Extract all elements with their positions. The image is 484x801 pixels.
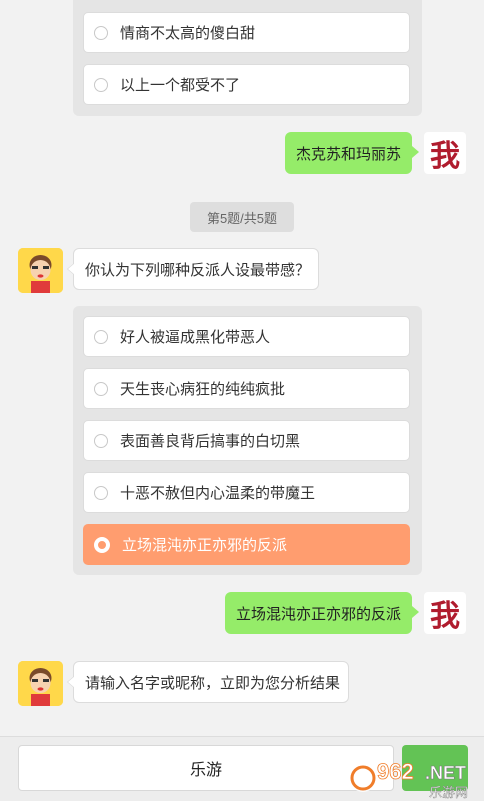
user-avatar: 我 xyxy=(424,132,466,174)
radio-icon xyxy=(94,25,108,40)
prompt-text: 请输入名字或昵称，立即为您分析结果 xyxy=(85,674,341,692)
watermark-logo: 962 .NET 乐游网 xyxy=(349,759,468,800)
previous-option-1[interactable]: 情商不太高的傻白甜 xyxy=(83,12,410,53)
cartoon-face-icon xyxy=(18,661,63,706)
radio-icon xyxy=(94,485,108,500)
name-input-value: 乐游 xyxy=(189,762,222,779)
watermark-suffix: .NET xyxy=(425,763,466,783)
answer-text: 立场混沌亦正亦邪的反派 xyxy=(235,605,401,623)
progress-text: 第5题/共5题 xyxy=(206,210,278,226)
user-avatar: 我 xyxy=(424,592,466,634)
name-input[interactable]: 乐游 xyxy=(18,745,394,791)
previous-option-2[interactable]: 以上一个都受不了 xyxy=(83,64,410,105)
option-label: 天生丧心病狂的纯纯疯批 xyxy=(120,381,286,398)
radio-icon xyxy=(94,77,108,92)
watermark-main: 962 xyxy=(377,759,414,784)
user-answer-bubble: 立场混沌亦正亦邪的反派 xyxy=(225,592,419,634)
option-label: 情商不太高的傻白甜 xyxy=(120,25,256,42)
question-bubble: 你认为下列哪种反派人设最带感？ xyxy=(67,248,319,290)
radio-selected-icon xyxy=(94,536,110,553)
option-label: 十恶不赦但内心温柔的带魔王 xyxy=(120,485,316,502)
radio-icon xyxy=(94,381,108,396)
option-1[interactable]: 好人被逼成黑化带恶人 xyxy=(83,316,410,357)
user-answer-bubble: 杰克苏和玛丽苏 xyxy=(285,132,419,174)
user-avatar-glyph: 我 xyxy=(430,139,460,174)
cartoon-face-icon xyxy=(18,248,63,293)
option-label: 立场混沌亦正亦邪的反派 xyxy=(122,537,288,554)
option-5-selected[interactable]: 立场混沌亦正亦邪的反派 xyxy=(83,524,410,565)
user-avatar-glyph: 我 xyxy=(430,599,460,634)
option-2[interactable]: 天生丧心病狂的纯纯疯批 xyxy=(83,368,410,409)
option-4[interactable]: 十恶不赦但内心温柔的带魔王 xyxy=(83,472,410,513)
option-label: 好人被逼成黑化带恶人 xyxy=(120,329,271,346)
option-label: 表面善良背后搞事的白切黑 xyxy=(120,433,301,450)
prompt-bubble: 请输入名字或昵称，立即为您分析结果 xyxy=(67,661,349,703)
question-text: 你认为下列哪种反派人设最带感？ xyxy=(85,261,311,279)
radio-icon xyxy=(94,329,108,344)
option-3[interactable]: 表面善良背后搞事的白切黑 xyxy=(83,420,410,461)
previous-options-panel: 情商不太高的傻白甜 以上一个都受不了 xyxy=(73,0,422,116)
radio-icon xyxy=(94,433,108,448)
bot-avatar xyxy=(18,248,63,293)
options-panel: 好人被逼成黑化带恶人 天生丧心病狂的纯纯疯批 表面善良背后搞事的白切黑 十恶不赦… xyxy=(73,306,422,575)
bot-avatar xyxy=(18,661,63,706)
question-progress-badge: 第5题/共5题 xyxy=(190,202,294,232)
option-label: 以上一个都受不了 xyxy=(120,77,241,94)
watermark-sub: 乐游网 xyxy=(429,786,468,800)
answer-text: 杰克苏和玛丽苏 xyxy=(295,145,401,163)
